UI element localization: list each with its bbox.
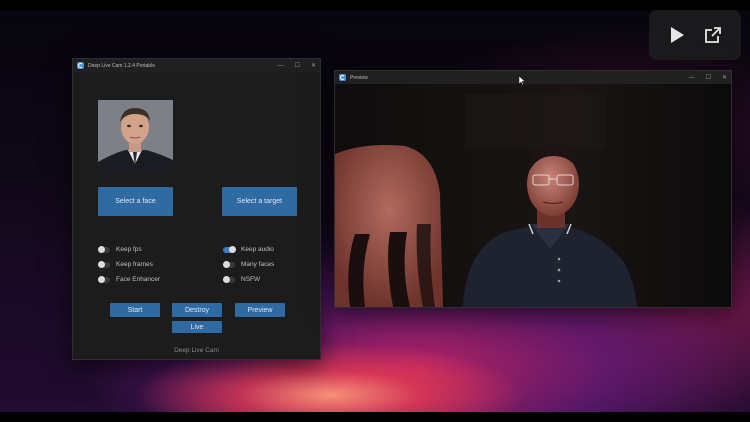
app-icon [77, 62, 84, 69]
main-window-titlebar[interactable]: Deep Live Cam 1.2.4 Portable — ☐ ✕ [73, 59, 320, 72]
toggle-label: Keep fps [116, 246, 142, 253]
maximize-icon[interactable]: ☐ [706, 74, 711, 81]
keep-audio-toggle[interactable]: Keep audio [223, 246, 274, 253]
select-face-button[interactable]: Select a face [98, 187, 173, 216]
select-target-button[interactable]: Select a target [222, 187, 297, 216]
toggle-switch[interactable] [98, 247, 110, 253]
start-button[interactable]: Start [110, 303, 160, 317]
toggle-switch[interactable] [223, 247, 235, 253]
keep-frames-toggle[interactable]: Keep frames [98, 261, 153, 268]
preview-window-titlebar[interactable]: Preview — ☐ ✕ [335, 71, 731, 84]
app-icon [339, 74, 346, 81]
main-window: Deep Live Cam 1.2.4 Portable — ☐ ✕ Selec… [72, 58, 321, 360]
mouse-cursor-icon [519, 76, 525, 85]
minimize-icon[interactable]: — [689, 75, 695, 81]
toggle-switch[interactable] [223, 262, 235, 268]
source-face-image [98, 100, 173, 173]
many-faces-toggle[interactable]: Many faces [223, 261, 274, 268]
maximize-icon[interactable]: ☐ [295, 62, 300, 69]
preview-window: Preview — ☐ ✕ [334, 70, 732, 308]
play-icon[interactable] [669, 26, 685, 44]
toggle-label: Keep frames [116, 261, 153, 268]
toggle-label: Face Enhancer [116, 276, 160, 283]
minimize-icon[interactable]: — [278, 63, 284, 69]
close-icon[interactable]: ✕ [311, 62, 316, 69]
window-title: Deep Live Cam 1.2.4 Portable [88, 63, 278, 69]
external-link-icon[interactable] [704, 26, 722, 44]
live-button[interactable]: Live [172, 321, 222, 333]
toggle-label: Many faces [241, 261, 274, 268]
footer-label: Deep Live Cam [73, 347, 320, 354]
media-overlay-controls [649, 10, 741, 60]
nsfw-toggle[interactable]: NSFW [223, 276, 260, 283]
toggle-label: NSFW [241, 276, 260, 283]
preview-button[interactable]: Preview [235, 303, 285, 317]
toggle-switch[interactable] [223, 277, 235, 283]
toggle-label: Keep audio [241, 246, 274, 253]
live-preview-video [335, 84, 731, 307]
toggle-switch[interactable] [98, 277, 110, 283]
toggle-switch[interactable] [98, 262, 110, 268]
destroy-button[interactable]: Destroy [172, 303, 222, 317]
close-icon[interactable]: ✕ [722, 74, 727, 81]
keep-fps-toggle[interactable]: Keep fps [98, 246, 142, 253]
face-enhancer-toggle[interactable]: Face Enhancer [98, 276, 160, 283]
